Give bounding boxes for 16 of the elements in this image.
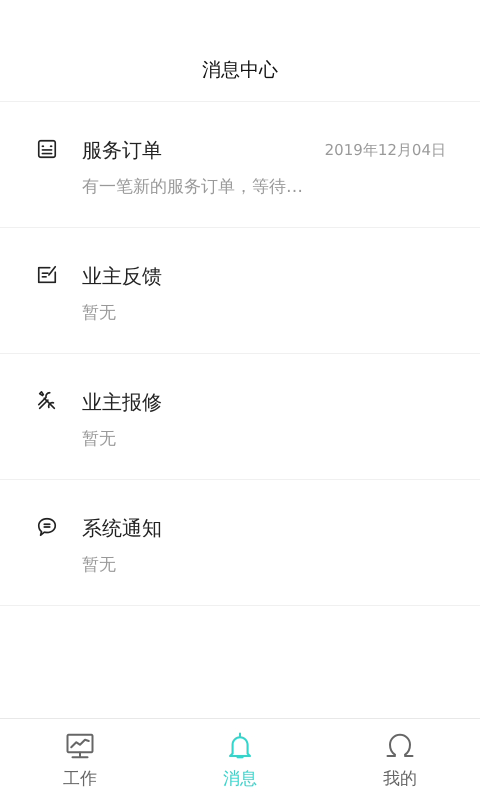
edit-note-icon xyxy=(36,264,58,286)
tab-item[interactable]: 工作 xyxy=(0,719,160,800)
tab-item[interactable]: 我的 xyxy=(320,719,480,800)
monitor-chart-icon xyxy=(65,731,95,761)
message-preview: 有一笔新的服务订单，等待… xyxy=(82,176,303,198)
message-title[interactable]: 服务订单 xyxy=(82,136,162,164)
message-preview: 暂无 xyxy=(82,302,116,324)
message-preview: 暂无 xyxy=(82,554,116,576)
chat-bubble-icon xyxy=(36,516,58,538)
message-title[interactable]: 业主反馈 xyxy=(82,262,162,290)
page-title: 消息中心 xyxy=(202,58,278,83)
message-title[interactable]: 业主报修 xyxy=(82,388,162,416)
message-preview: 暂无 xyxy=(82,428,116,450)
message-title[interactable]: 系统通知 xyxy=(82,514,162,542)
message-date: 2019年12月04日 xyxy=(324,140,446,160)
order-list-icon xyxy=(36,138,58,160)
